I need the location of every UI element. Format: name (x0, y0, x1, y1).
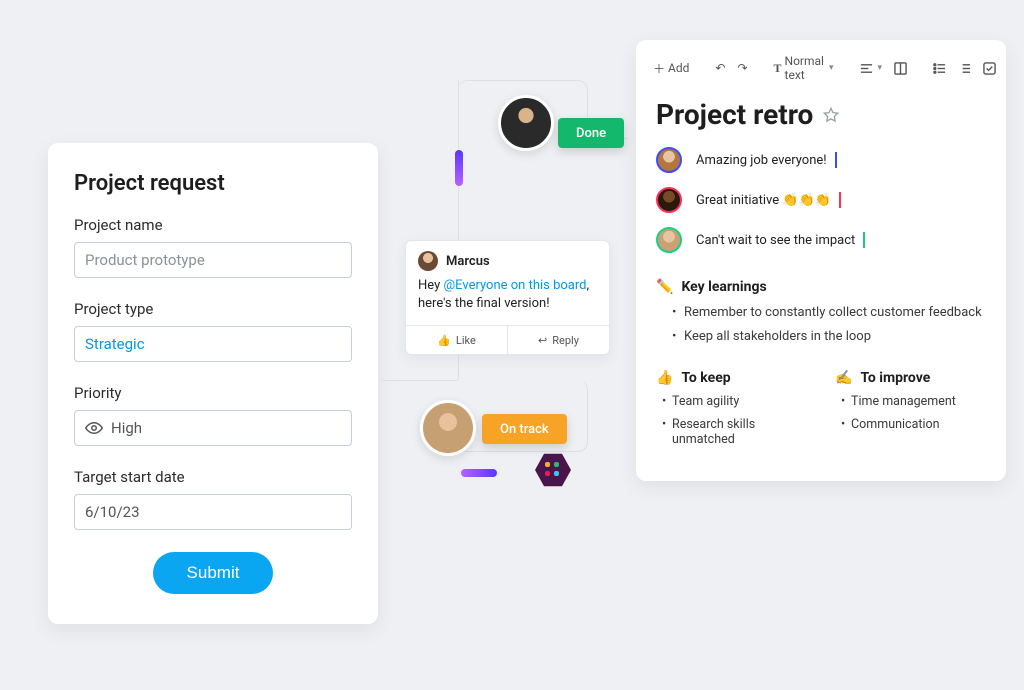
comments-list: Amazing job everyone! Great initiative 👏… (636, 147, 1006, 253)
thumbs-up-icon: 👍 (656, 370, 673, 386)
text-style-dropdown[interactable]: T Normal text ▾ (771, 52, 837, 84)
gradient-accent (461, 469, 497, 477)
add-label: Add (668, 61, 689, 75)
add-button[interactable]: ＋ Add (650, 58, 692, 79)
text-style-label: Normal text (785, 54, 824, 82)
cursor-indicator (839, 192, 841, 208)
gradient-accent (455, 150, 463, 186)
label-priority: Priority (74, 384, 352, 402)
numbered-list-button[interactable] (955, 60, 974, 77)
align-button[interactable]: ▾ (857, 60, 886, 77)
reply-label: Reply (552, 334, 579, 347)
avatar (420, 400, 476, 456)
comment-body: Hey @Everyone on this board, here's the … (406, 277, 609, 325)
section-heading: Key learnings (681, 279, 766, 295)
section-heading: To keep (681, 370, 730, 386)
select-priority[interactable]: High (74, 410, 352, 446)
comment-line: Amazing job everyone! (656, 147, 986, 173)
bullet-list-icon (933, 62, 946, 75)
like-button[interactable]: 👍 Like (406, 326, 507, 354)
select-project-type-value: Strategic (85, 335, 341, 353)
form-title: Project request (74, 171, 352, 196)
comment-text: Hey (418, 278, 443, 293)
redo-button[interactable]: ↷ (734, 59, 750, 77)
redo-icon: ↷ (737, 61, 747, 75)
thumbs-up-icon: 👍 (437, 334, 451, 347)
field-project-type: Project type Strategic (74, 300, 352, 362)
bullet-list-button[interactable] (930, 60, 949, 77)
avatar (656, 147, 682, 173)
section-heading: To improve (860, 370, 930, 386)
chevron-down-icon: ▾ (829, 63, 834, 73)
retro-document: ＋ Add ↶ ↷ T Normal text ▾ ▾ Pro (636, 40, 1006, 481)
field-project-name: Project name (74, 216, 352, 278)
status-badge-done: Done (558, 118, 624, 148)
avatar (656, 227, 682, 253)
comment-line: Great initiative 👏👏👏 (656, 187, 986, 213)
input-project-name[interactable] (74, 242, 352, 278)
comment-text: Great initiative 👏👏👏 (696, 193, 831, 208)
select-project-type[interactable]: Strategic (74, 326, 352, 362)
comment-card: Marcus Hey @Everyone on this board, here… (405, 240, 610, 355)
plus-icon: ＋ (653, 60, 665, 77)
select-priority-value: High (111, 419, 341, 437)
undo-icon: ↶ (715, 61, 725, 75)
align-left-icon (860, 62, 873, 75)
numbered-list-icon (958, 62, 971, 75)
page-title: Project retro (656, 98, 813, 131)
label-project-name: Project name (74, 216, 352, 234)
doc-toolbar: ＋ Add ↶ ↷ T Normal text ▾ ▾ (636, 40, 1006, 92)
avatar (418, 251, 438, 271)
comment-text: Can't wait to see the impact (696, 233, 855, 248)
chevron-down-icon: ▾ (878, 63, 883, 73)
list-item: Time management (841, 394, 986, 409)
star-icon[interactable] (823, 107, 839, 123)
project-request-form: Project request Project name Project typ… (48, 143, 378, 624)
layout-icon (894, 62, 907, 75)
eye-icon (85, 421, 103, 435)
avatar (656, 187, 682, 213)
workflow-diagram: Done Marcus Hey @Everyone on this board,… (390, 80, 640, 510)
section-to-improve: ✍️ To improve Time management Communicat… (835, 370, 986, 455)
list-item: Research skills unmatched (662, 417, 807, 447)
writing-hand-icon: ✍️ (835, 370, 852, 386)
cursor-indicator (835, 152, 837, 168)
field-priority: Priority High (74, 384, 352, 446)
reply-button[interactable]: ↩ Reply (507, 326, 609, 354)
reply-icon: ↩ (538, 334, 547, 347)
list-item: Communication (841, 417, 986, 432)
checklist-button[interactable] (980, 60, 999, 77)
mention[interactable]: @Everyone on this board (443, 278, 586, 293)
list-item: Remember to constantly collect customer … (672, 305, 986, 320)
cursor-indicator (863, 232, 865, 248)
status-badge-ontrack: On track (482, 414, 567, 444)
list-item: Team agility (662, 394, 807, 409)
label-target-date: Target start date (74, 468, 352, 486)
layout-button[interactable] (891, 60, 910, 77)
comment-author: Marcus (446, 254, 490, 269)
field-target-date: Target start date (74, 468, 352, 530)
comment-text: Amazing job everyone! (696, 153, 827, 168)
label-project-type: Project type (74, 300, 352, 318)
flow-line (382, 380, 458, 381)
slack-integration-icon[interactable] (535, 452, 571, 488)
text-icon: T (774, 61, 782, 76)
pencil-icon: ✏️ (656, 279, 673, 295)
input-target-date[interactable] (74, 494, 352, 530)
like-label: Like (456, 334, 476, 347)
comment-line: Can't wait to see the impact (656, 227, 986, 253)
checklist-icon (983, 62, 996, 75)
undo-button[interactable]: ↶ (712, 59, 728, 77)
section-to-keep: 👍 To keep Team agility Research skills u… (656, 370, 807, 455)
avatar (498, 95, 554, 151)
list-item: Keep all stakeholders in the loop (672, 329, 986, 344)
section-key-learnings: ✏️ Key learnings Remember to constantly … (636, 279, 1006, 344)
submit-button[interactable]: Submit (153, 552, 273, 594)
